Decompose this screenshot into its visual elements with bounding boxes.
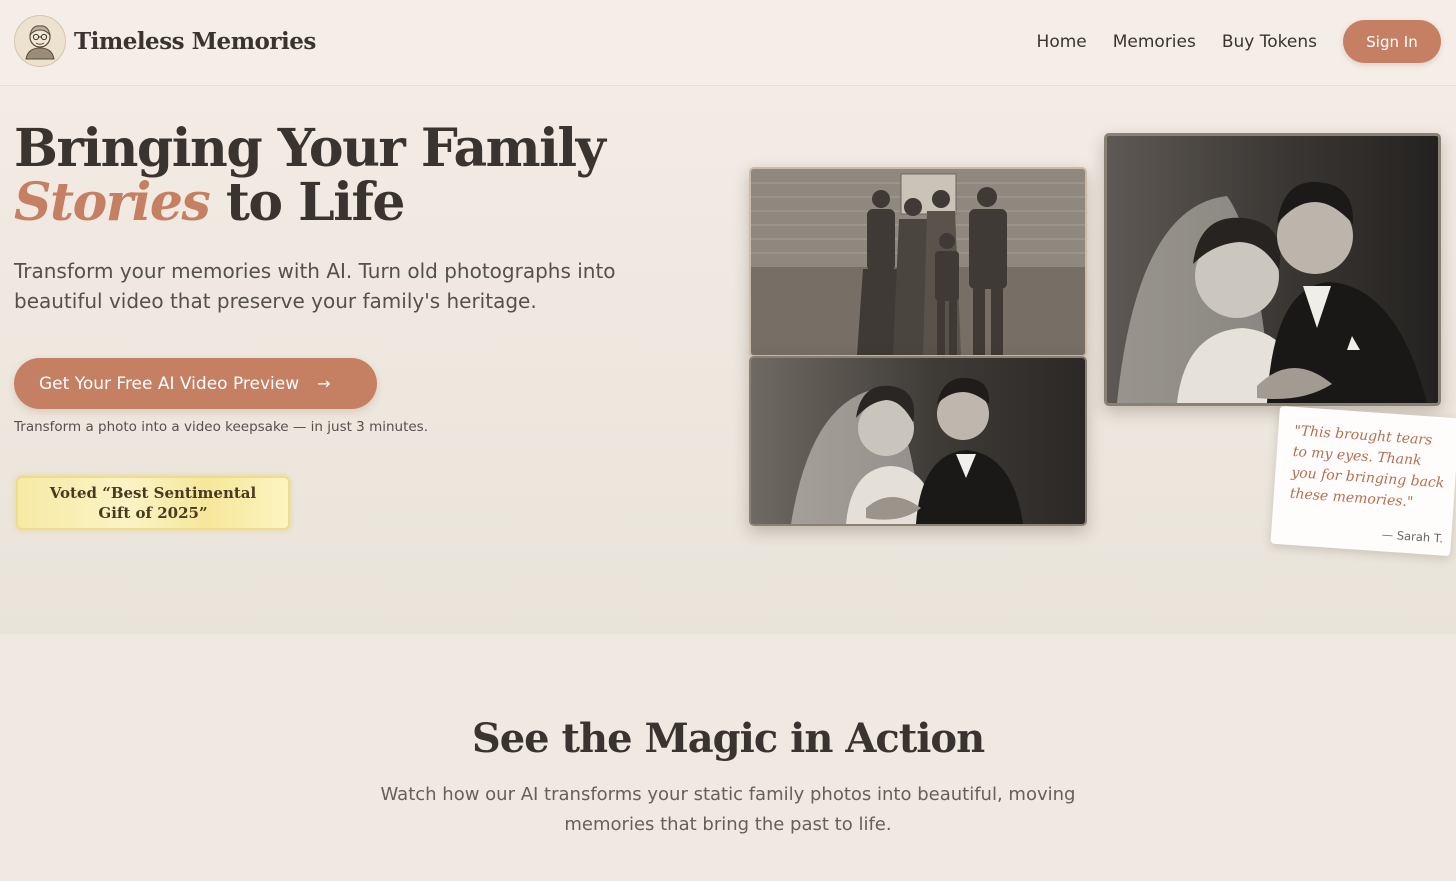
badge-line1: Voted “Best Sentimental — [49, 484, 257, 502]
family-photo — [749, 167, 1087, 357]
nav-memories[interactable]: Memories — [1113, 32, 1196, 52]
main-nav: Home Memories Buy Tokens Sign In — [1037, 20, 1441, 63]
testimonial-author: — Sarah T. — [1381, 527, 1444, 546]
cta-label: Get Your Free AI Video Preview — [39, 373, 300, 394]
nav-buy-tokens[interactable]: Buy Tokens — [1222, 32, 1317, 52]
arrow-right-icon: → — [317, 374, 331, 393]
brand[interactable]: Timeless Memories — [14, 15, 316, 67]
grandmother-portrait-icon — [14, 15, 66, 67]
wedding-photo-small — [749, 356, 1087, 526]
headline-accent: Stories — [14, 172, 211, 233]
wedding-photo-large — [1104, 133, 1441, 406]
award-badge: Voted “Best Sentimental Gift of 2025” — [16, 476, 290, 530]
brand-name: Timeless Memories — [74, 27, 316, 55]
hero-headline: Bringing Your Family Stories to Life — [14, 122, 714, 230]
badge-line2: Gift of 2025” — [98, 504, 208, 522]
magic-section: See the Magic in Action Watch how our AI… — [0, 634, 1456, 881]
hero-caption: Transform a photo into a video keepsake … — [14, 419, 429, 435]
headline-rest: to Life — [209, 172, 406, 233]
sign-in-button[interactable]: Sign In — [1343, 20, 1441, 63]
free-preview-button[interactable]: Get Your Free AI Video Preview → — [14, 358, 377, 409]
nav-home[interactable]: Home — [1037, 32, 1087, 52]
headline-line1: Bringing Your Family — [14, 118, 606, 179]
hero-subtitle: Transform your memories with AI. Turn ol… — [14, 259, 616, 313]
testimonial-quote: "This brought tears to my eyes. Thank yo… — [1289, 422, 1445, 511]
site-header: Timeless Memories Home Memories Buy Toke… — [0, 0, 1456, 86]
magic-subtitle: Watch how our AI transforms your static … — [380, 784, 1076, 835]
magic-title: See the Magic in Action — [471, 715, 985, 762]
testimonial-card: "This brought tears to my eyes. Thank yo… — [1270, 405, 1456, 557]
